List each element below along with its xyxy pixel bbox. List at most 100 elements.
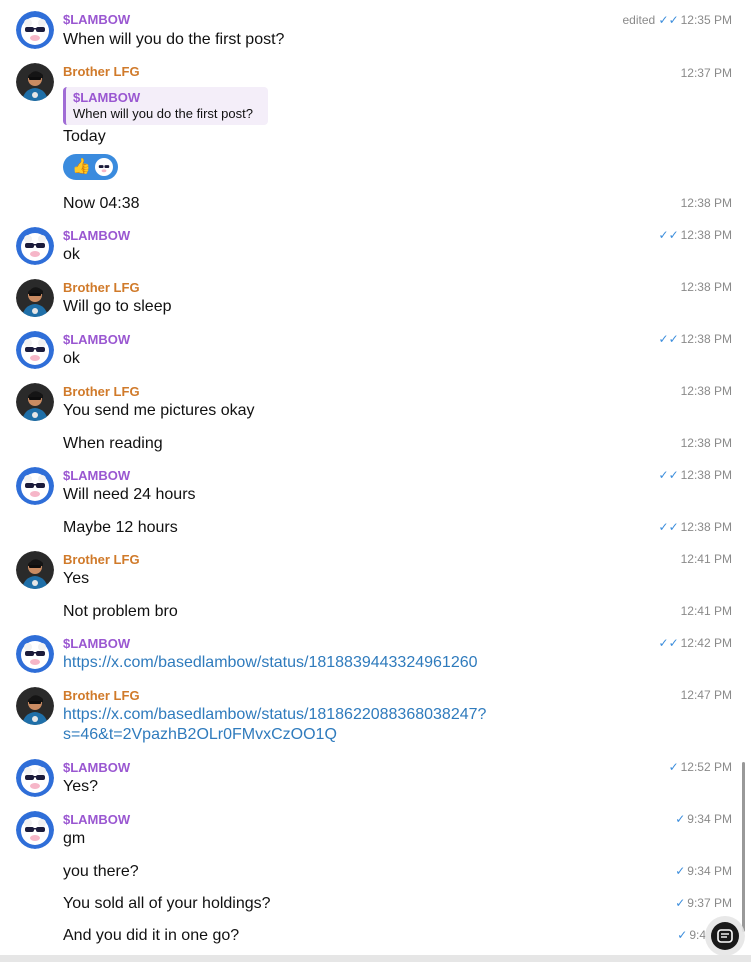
message[interactable]: you there? ✓ 9:34 PM [0,855,751,887]
read-check-icon: ✓✓ [658,520,679,534]
message[interactable]: $LAMBOW ok ✓✓ 12:38 PM [0,219,751,271]
edited-label: edited [622,13,656,27]
reply-sender: $LAMBOW [73,90,141,105]
lfg-avatar-icon[interactable] [16,687,54,725]
lfg-avatar-icon[interactable] [16,279,54,317]
message[interactable]: $LAMBOW Yes? ✓ 12:52 PM [0,751,751,803]
message-meta: ✓✓ 12:42 PM [659,636,732,651]
message-meta: ✓ 12:52 PM [669,760,732,775]
message-meta: 12:38 PM [679,280,732,295]
sender-name[interactable]: $LAMBOW [63,468,130,484]
lfg-avatar-icon[interactable] [16,63,54,101]
message-text: You sold all of your holdings? [63,895,271,912]
lambow-avatar-icon[interactable] [16,227,54,265]
read-check-icon: ✓✓ [658,636,679,650]
message-time: 12:38 PM [680,196,732,210]
lambow-avatar-icon[interactable] [16,331,54,369]
window-bottom-edge [0,955,751,962]
message[interactable]: And you did it in one go? ✓ 9:4 [0,919,751,953]
message-time: 12:41 PM [680,604,732,618]
message-text: Will need 24 hours [63,486,196,503]
lambow-avatar-icon[interactable] [16,467,54,505]
message-meta: ✓ 9:37 PM [675,896,732,911]
message-meta: 12:38 PM [679,196,732,211]
message-meta: 12:38 PM [679,384,732,399]
message-text: ok [63,350,80,367]
sender-name[interactable]: Brother LFG [63,280,140,296]
message[interactable]: Now 04:38 12:38 PM [0,185,751,219]
message[interactable]: When reading 12:38 PM [0,427,751,459]
sender-name[interactable]: $LAMBOW [63,812,130,828]
sent-check-icon: ✓ [668,760,679,774]
sender-name[interactable]: $LAMBOW [63,636,130,652]
sender-name[interactable]: $LAMBOW [63,332,130,348]
message[interactable]: Brother LFG https://x.com/basedlambow/st… [0,679,751,751]
message[interactable]: $LAMBOW ok ✓✓ 12:38 PM [0,323,751,375]
lambow-avatar-icon[interactable] [16,759,54,797]
lfg-avatar-icon[interactable] [16,383,54,421]
message-time: 12:38 PM [680,280,732,294]
message[interactable]: Brother LFG Will go to sleep 12:38 PM [0,271,751,323]
message-time: 12:41 PM [680,552,732,566]
message-text: And you did it in one go? [63,927,240,944]
thumbs-up-icon: 👍 [72,158,91,175]
read-check-icon: ✓✓ [658,228,679,242]
message[interactable]: $LAMBOW When will you do the first post?… [0,0,751,55]
message-time: 9:37 PM [687,896,732,910]
message-meta: ✓ 9:34 PM [675,812,732,827]
message-time: 9:4 [689,928,706,942]
message-meta: 12:41 PM [679,604,732,619]
message[interactable]: Brother LFG $LAMBOW When will you do the… [0,55,751,185]
message-time: 12:38 PM [680,332,732,346]
message-text: Yes [63,570,90,587]
message[interactable]: $LAMBOW gm ✓ 9:34 PM [0,803,751,855]
message-time: 12:47 PM [680,688,732,702]
sender-name[interactable]: $LAMBOW [63,228,130,244]
lambow-avatar-icon[interactable] [16,635,54,673]
message[interactable]: You sold all of your holdings? ✓ 9:37 PM [0,887,751,919]
scrollbar[interactable] [742,762,745,932]
message[interactable]: $LAMBOW Will need 24 hours ✓✓ 12:38 PM [0,459,751,511]
message[interactable]: Brother LFG You send me pictures okay 12… [0,375,751,427]
message-text: Yes? [63,778,98,795]
message[interactable]: Not problem bro 12:41 PM [0,595,751,627]
reply-preview[interactable]: $LAMBOW When will you do the first post? [63,87,268,125]
reply-text: When will you do the first post? [73,106,253,121]
message-time: 12:38 PM [680,384,732,398]
sent-check-icon: ✓ [677,928,688,942]
message-meta: 12:37 PM [679,66,732,81]
message-text: Will go to sleep [63,298,172,315]
message[interactable]: Maybe 12 hours ✓✓ 12:38 PM [0,511,751,543]
sender-name[interactable]: Brother LFG [63,688,140,704]
reactions-pill[interactable]: 👍 [63,154,118,180]
message-meta: 12:41 PM [679,552,732,567]
message-meta: edited ✓✓ 12:35 PM [622,13,732,28]
sender-name[interactable]: $LAMBOW [63,760,130,776]
lfg-avatar-icon[interactable] [16,551,54,589]
message-text: Today [63,128,106,145]
message-text: Maybe 12 hours [63,519,178,536]
message-meta: ✓ 9:34 PM [675,864,732,879]
message-text: When reading [63,435,163,452]
message-text: When will you do the first post? [63,31,285,48]
sheep-sunglasses-icon [95,158,113,176]
lambow-avatar-icon[interactable] [16,11,54,49]
message-meta: ✓✓ 12:38 PM [659,468,732,483]
lambow-avatar-icon[interactable] [16,811,54,849]
message-link[interactable]: https://x.com/basedlambow/status/1818839… [63,653,478,672]
sender-name[interactable]: Brother LFG [63,384,140,400]
sent-check-icon: ✓ [675,812,686,826]
sender-name[interactable]: Brother LFG [63,64,140,80]
message-link[interactable]: https://x.com/basedlambow/status/1818622… [63,705,486,724]
message[interactable]: Brother LFG Yes 12:41 PM [0,543,751,595]
message-meta: ✓✓ 12:38 PM [659,332,732,347]
read-check-icon: ✓✓ [658,332,679,346]
message-meta: 12:38 PM [679,436,732,451]
scroll-to-bottom-icon[interactable] [711,922,739,950]
sent-check-icon: ✓ [675,896,686,910]
message-time: 12:52 PM [680,760,732,774]
message-link-continued[interactable]: s=46&t=2VpazhB2OLr0FMvxCzOO1Q [63,725,337,744]
sender-name[interactable]: $LAMBOW [63,12,130,28]
message[interactable]: $LAMBOW https://x.com/basedlambow/status… [0,627,751,679]
sender-name[interactable]: Brother LFG [63,552,140,568]
